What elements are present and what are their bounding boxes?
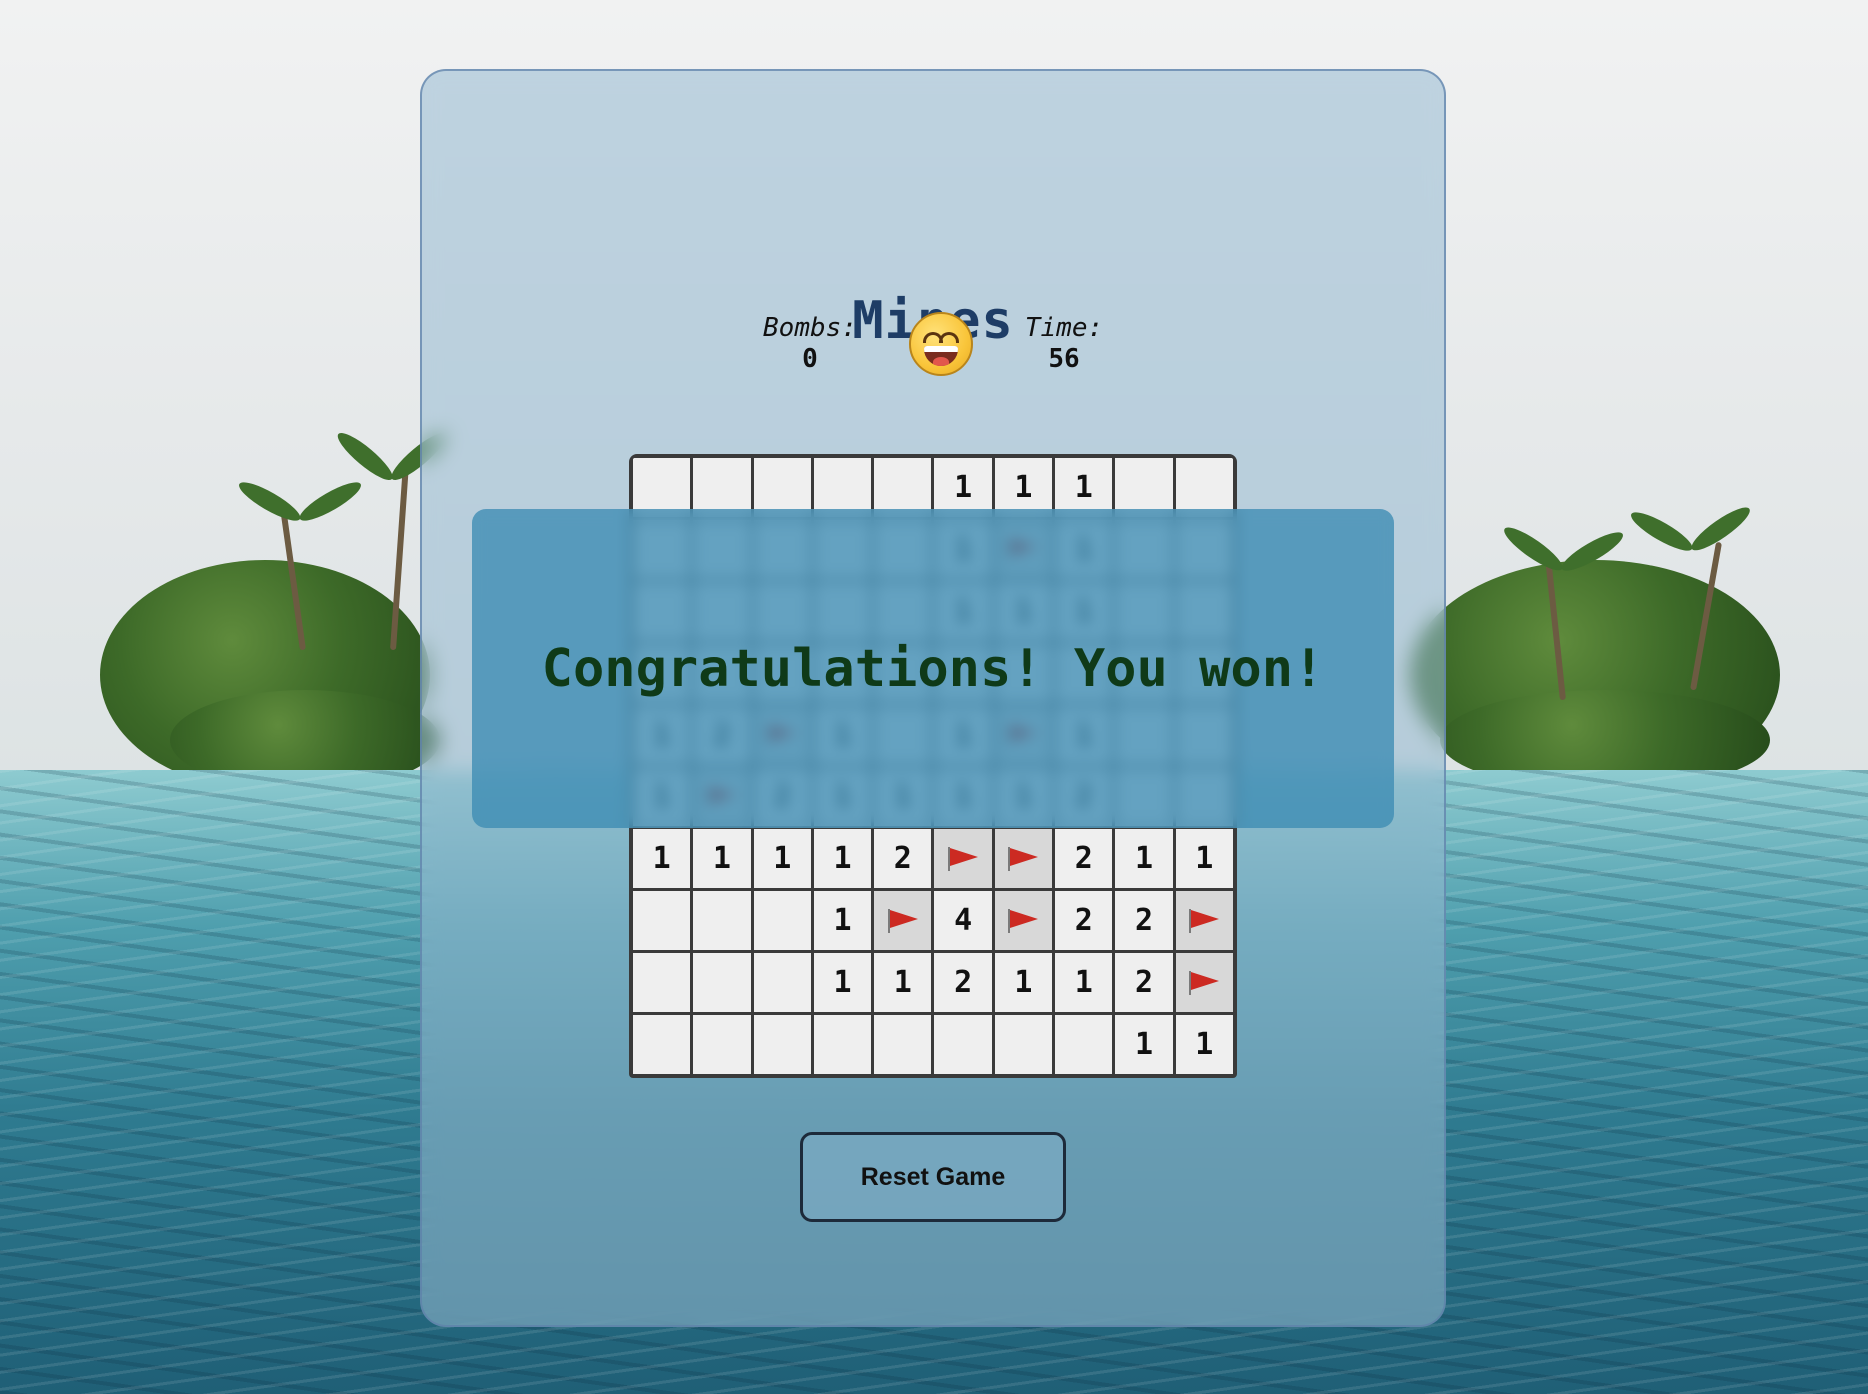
board-cell[interactable]: 2 [874, 829, 932, 889]
cell-number: 2 [954, 965, 973, 1001]
flag-icon [1187, 969, 1221, 997]
cell-number: 1 [773, 841, 792, 877]
cell-number: 1 [712, 841, 731, 877]
board-cell[interactable]: 1 [813, 829, 872, 889]
board-cell[interactable] [753, 953, 811, 1013]
board-cell[interactable]: 2 [1055, 829, 1113, 889]
board-cell[interactable] [633, 953, 691, 1013]
cell-number: 1 [1195, 1027, 1214, 1063]
flag-icon [1006, 907, 1040, 935]
time-value: 56 [1048, 344, 1080, 374]
board-cell[interactable] [633, 1015, 691, 1074]
board-cell[interactable] [693, 953, 751, 1013]
time-label: Time: [1024, 313, 1104, 343]
bombs-value: 0 [802, 344, 818, 374]
board-cell[interactable] [994, 891, 1053, 951]
board-cell[interactable]: 1 [1115, 1015, 1173, 1074]
cell-number: 2 [1074, 841, 1093, 877]
board-cell[interactable] [994, 1015, 1053, 1074]
board-cell[interactable]: 2 [934, 953, 992, 1013]
cell-number: 2 [893, 841, 912, 877]
board-cell[interactable] [874, 891, 932, 951]
cell-number: 1 [893, 965, 912, 1001]
cell-number: 1 [1074, 965, 1093, 1001]
board-cell[interactable]: 1 [994, 953, 1053, 1013]
cell-number: 1 [1014, 965, 1033, 1001]
cell-number: 2 [1135, 965, 1154, 1001]
board-cell[interactable] [693, 891, 751, 951]
board-cell[interactable] [1175, 891, 1233, 951]
board-cell[interactable]: 1 [693, 829, 751, 889]
cell-number: 1 [652, 841, 671, 877]
board-cell[interactable] [633, 891, 691, 951]
board-cell[interactable]: 1 [874, 953, 932, 1013]
cell-number: 1 [833, 841, 852, 877]
board-cell[interactable] [1175, 953, 1233, 1013]
cell-number: 2 [1135, 903, 1154, 939]
flag-icon [1187, 907, 1221, 935]
cell-number: 1 [1135, 841, 1154, 877]
bombs-counter: Bombs: 0 [740, 312, 880, 374]
board-cell[interactable] [693, 1015, 751, 1074]
board-cell[interactable] [934, 1015, 992, 1074]
cell-number: 1 [954, 469, 973, 505]
cell-number: 4 [954, 903, 973, 939]
board-cell[interactable]: 2 [1055, 891, 1113, 951]
flag-icon [1006, 845, 1040, 873]
cell-number: 1 [1135, 1027, 1154, 1063]
board-cell[interactable]: 2 [1115, 891, 1173, 951]
win-banner: Congratulations! You won! [472, 509, 1394, 828]
board-cell[interactable]: 1 [1175, 1015, 1233, 1074]
board-cell[interactable] [753, 1015, 811, 1074]
board-cell[interactable] [934, 829, 992, 889]
board-cell[interactable]: 1 [813, 891, 872, 951]
board-cell[interactable] [753, 891, 811, 951]
smiley-mouth [924, 346, 958, 366]
board-cell[interactable]: 1 [1055, 953, 1113, 1013]
board-cell[interactable]: 1 [633, 829, 691, 889]
board-cell[interactable]: 1 [813, 953, 872, 1013]
board-cell[interactable]: 1 [1115, 829, 1173, 889]
cell-number: 2 [1074, 903, 1093, 939]
grinning-face-icon[interactable] [909, 312, 973, 376]
bombs-label: Bombs: [763, 313, 857, 343]
board-cell[interactable]: 1 [753, 829, 811, 889]
reset-game-button[interactable]: Reset Game [800, 1132, 1066, 1222]
board-cell[interactable] [813, 1015, 872, 1074]
cell-number: 1 [833, 903, 852, 939]
board-cell[interactable] [994, 829, 1053, 889]
cell-number: 1 [1195, 841, 1214, 877]
board-cell[interactable]: 2 [1115, 953, 1173, 1013]
board-cell[interactable] [874, 1015, 932, 1074]
board-cell[interactable]: 4 [934, 891, 992, 951]
cell-number: 1 [833, 965, 852, 1001]
win-message: Congratulations! You won! [541, 638, 1325, 699]
time-counter: Time: 56 [994, 312, 1134, 374]
cell-number: 1 [1014, 469, 1033, 505]
board-cell[interactable] [1055, 1015, 1113, 1074]
smiley-right-eye [939, 332, 959, 343]
board-cell[interactable]: 1 [1175, 829, 1233, 889]
flag-icon [946, 845, 980, 873]
cell-number: 1 [1074, 469, 1093, 505]
flag-icon [886, 907, 920, 935]
